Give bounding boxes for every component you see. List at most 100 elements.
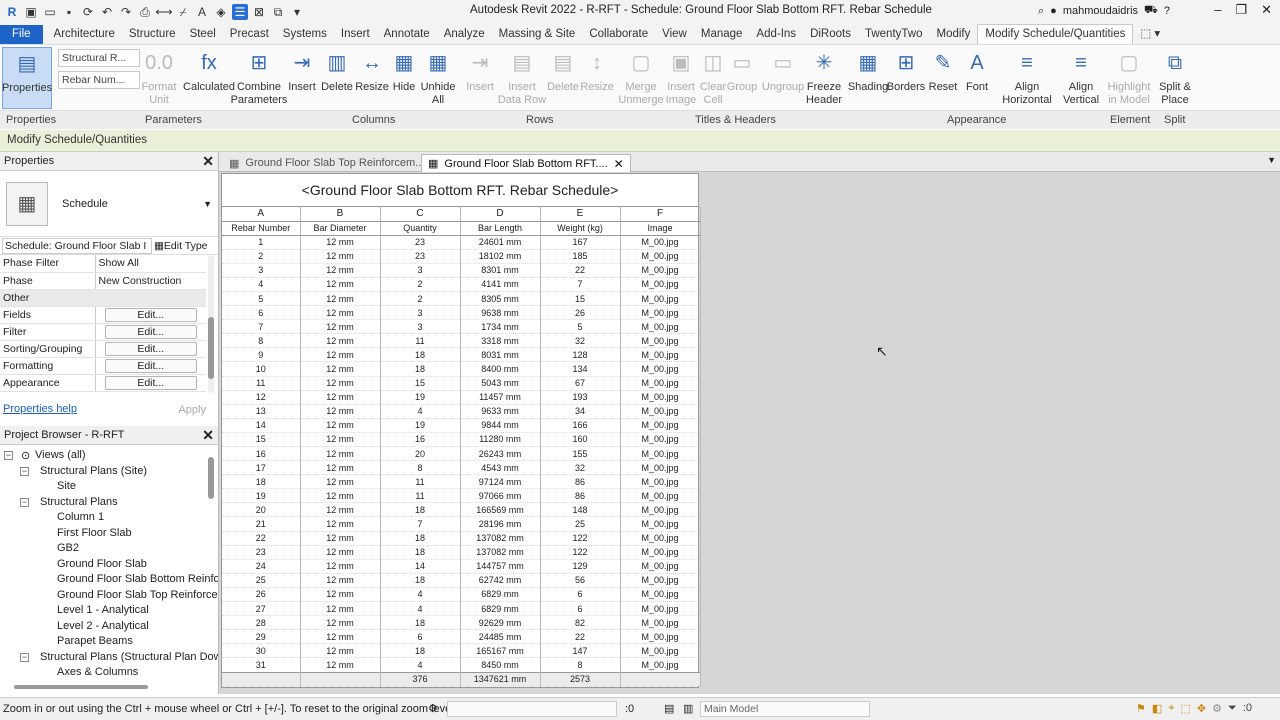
table-row[interactable]: 22 12 mm 18 137082 mm 122 M_00.jpg <box>222 531 701 546</box>
edit-button[interactable]: Edit... <box>104 358 197 373</box>
schedule-cell[interactable]: D <box>460 207 541 222</box>
schedule-cell[interactable]: 23 <box>380 249 461 264</box>
schedule-cell[interactable]: 8400 mm <box>460 361 541 377</box>
schedule-cell[interactable]: 18 <box>380 545 461 560</box>
browser-item[interactable]: − ⊙ Views (all) <box>0 448 218 464</box>
schedule-cell[interactable]: 11 <box>222 376 301 391</box>
schedule-cell[interactable]: 22 <box>540 263 621 278</box>
browser-scroll-thumb[interactable] <box>208 457 214 499</box>
schedule-cell[interactable]: 16 <box>380 432 461 448</box>
schedule-cell[interactable]: 32 <box>540 333 621 349</box>
schedule-cell[interactable]: Bar Length <box>460 221 541 236</box>
schedule-cell[interactable]: 22 <box>222 531 301 546</box>
cart-icon[interactable]: ⛟ <box>1144 4 1158 18</box>
edit-type-button[interactable]: Edit Type <box>164 240 208 252</box>
schedule-cell[interactable] <box>300 671 381 687</box>
redo-icon[interactable]: ↷ <box>118 4 134 20</box>
schedule-cell[interactable]: 6829 mm <box>460 587 541 603</box>
schedule-cell[interactable]: 137082 mm <box>460 545 541 560</box>
schedule-cell[interactable]: 7 <box>380 516 461 532</box>
schedule-cell[interactable]: 19 <box>380 418 461 433</box>
schedule-cell[interactable]: 7 <box>222 319 301 335</box>
schedule-cell[interactable]: 12 mm <box>300 502 381 518</box>
schedule-cell[interactable]: 11457 mm <box>460 390 541 405</box>
schedule-cell[interactable]: 166569 mm <box>460 502 541 518</box>
schedule-cell[interactable]: 12 mm <box>300 291 381 307</box>
schedule-cell[interactable]: 82 <box>540 615 621 631</box>
schedule-cell[interactable]: 10 <box>222 361 301 377</box>
schedule-cell[interactable]: 18 <box>380 573 461 588</box>
schedule-cell[interactable]: 21 <box>222 516 301 532</box>
schedule-cell[interactable]: 5 <box>222 291 301 307</box>
save-icon[interactable]: ▪ <box>61 4 77 20</box>
schedule-cell[interactable]: M_00.jpg <box>620 601 701 617</box>
schedule-cell[interactable]: 1347621 mm <box>460 671 541 687</box>
browser-item[interactable]: Column 1 <box>0 510 218 526</box>
schedule-cell[interactable]: M_00.jpg <box>620 305 701 321</box>
close-browser-icon[interactable]: ✕ <box>202 427 214 444</box>
schedule-cell[interactable]: 8305 mm <box>460 291 541 307</box>
schedule-cell[interactable]: 18 <box>222 474 301 490</box>
schedule-cell[interactable]: 19 <box>222 488 301 504</box>
schedule-cell[interactable]: 12 mm <box>300 319 381 335</box>
user-name[interactable]: mahmoudaidris <box>1063 5 1138 17</box>
table-row[interactable]: 12 12 mm 19 11457 mm 193 M_00.jpg <box>222 390 701 405</box>
ribbon-tab-steel[interactable]: Steel <box>183 25 223 44</box>
ribbon-button-insert-image[interactable]: ▣ Insert Image <box>664 47 698 109</box>
view-tab-bottom-rft[interactable]: ▦ Ground Floor Slab Bottom RFT.... ✕ <box>421 154 631 172</box>
schedule-cell[interactable]: 12 mm <box>300 573 381 588</box>
ribbon-button-resize[interactable]: ↔ Resize <box>355 47 389 109</box>
ribbon-extra-icon[interactable]: ⬚ ▾ <box>1133 23 1167 44</box>
binoculars-icon[interactable]: ⌕ <box>1038 5 1044 18</box>
ribbon-tab-add-ins[interactable]: Add-Ins <box>749 25 803 44</box>
schedule-cell[interactable]: 12 mm <box>300 488 381 504</box>
schedule-table[interactable]: <Ground Floor Slab Bottom RFT. Rebar Sch… <box>221 173 701 688</box>
schedule-cell[interactable]: 9633 mm <box>460 404 541 419</box>
browser-item[interactable]: Site <box>0 479 218 495</box>
table-row[interactable]: 23 12 mm 18 137082 mm 122 M_00.jpg <box>222 545 701 560</box>
schedule-cell[interactable]: M_00.jpg <box>620 488 701 504</box>
properties-button[interactable]: ▤ Properties <box>2 47 52 109</box>
schedule-cell[interactable]: 2573 <box>540 671 621 687</box>
schedule-cell[interactable]: 12 mm <box>300 390 381 405</box>
schedule-cell[interactable]: 185 <box>540 249 621 264</box>
schedule-cell[interactable]: 18 <box>380 361 461 377</box>
schedule-cell[interactable]: M_00.jpg <box>620 587 701 603</box>
schedule-cell[interactable]: M_00.jpg <box>620 545 701 560</box>
schedule-cell[interactable]: 4543 mm <box>460 460 541 476</box>
sync-icon[interactable]: ⟳ <box>80 4 96 20</box>
schedule-cell[interactable]: 165167 mm <box>460 643 541 659</box>
schedule-cell[interactable]: 12 mm <box>300 305 381 321</box>
ribbon-tab-modify[interactable]: Modify <box>930 25 978 44</box>
schedule-cell[interactable]: 4141 mm <box>460 277 541 292</box>
schedule-cell[interactable]: 20 <box>380 446 461 462</box>
schedule-cell[interactable]: 2 <box>380 291 461 307</box>
table-row[interactable]: 21 12 mm 7 28196 mm 25 M_00.jpg <box>222 516 701 532</box>
undo-icon[interactable]: ↶ <box>99 4 115 20</box>
schedule-cell[interactable]: 14 <box>222 418 301 433</box>
schedule-title[interactable]: <Ground Floor Slab Bottom RFT. Rebar Sch… <box>222 174 698 207</box>
table-row[interactable]: 30 12 mm 18 165167 mm 147 M_00.jpg <box>222 643 701 659</box>
schedule-cell[interactable]: 12 mm <box>300 418 381 433</box>
switch-windows-icon[interactable]: ⧉ <box>270 4 286 20</box>
view-tab-top-reinforcement[interactable]: ▦ Ground Floor Slab Top Reinforcem... <box>223 154 430 172</box>
schedule-cell[interactable]: M_00.jpg <box>620 249 701 264</box>
table-row[interactable]: 11 12 mm 15 5043 mm 67 M_00.jpg <box>222 376 701 391</box>
schedule-cell[interactable]: 86 <box>540 488 621 504</box>
totals-row[interactable]: 376 1347621 mm 2573 <box>222 671 701 687</box>
schedule-cell[interactable]: 7 <box>540 277 621 292</box>
column-headers-row[interactable]: Rebar Number Bar Diameter Quantity Bar Leng… <box>222 221 701 236</box>
ribbon-button-unhide-all[interactable]: ▦ Unhide All <box>421 47 456 109</box>
schedule-cell[interactable]: M_00.jpg <box>620 319 701 335</box>
schedule-cell[interactable]: 137082 mm <box>460 531 541 546</box>
schedule-cell[interactable]: 24485 mm <box>460 629 541 645</box>
schedule-cell[interactable]: 155 <box>540 446 621 462</box>
revit-logo-icon[interactable]: R <box>4 4 20 20</box>
schedule-cell[interactable]: 4 <box>380 404 461 419</box>
schedule-cell[interactable]: M_00.jpg <box>620 376 701 391</box>
schedule-cell[interactable]: 28 <box>222 615 301 631</box>
schedule-cell[interactable]: 6829 mm <box>460 601 541 617</box>
schedule-cell[interactable]: 12 mm <box>300 657 381 673</box>
schedule-cell[interactable]: 1 <box>222 235 301 250</box>
ribbon-tab-architecture[interactable]: Architecture <box>47 25 122 44</box>
